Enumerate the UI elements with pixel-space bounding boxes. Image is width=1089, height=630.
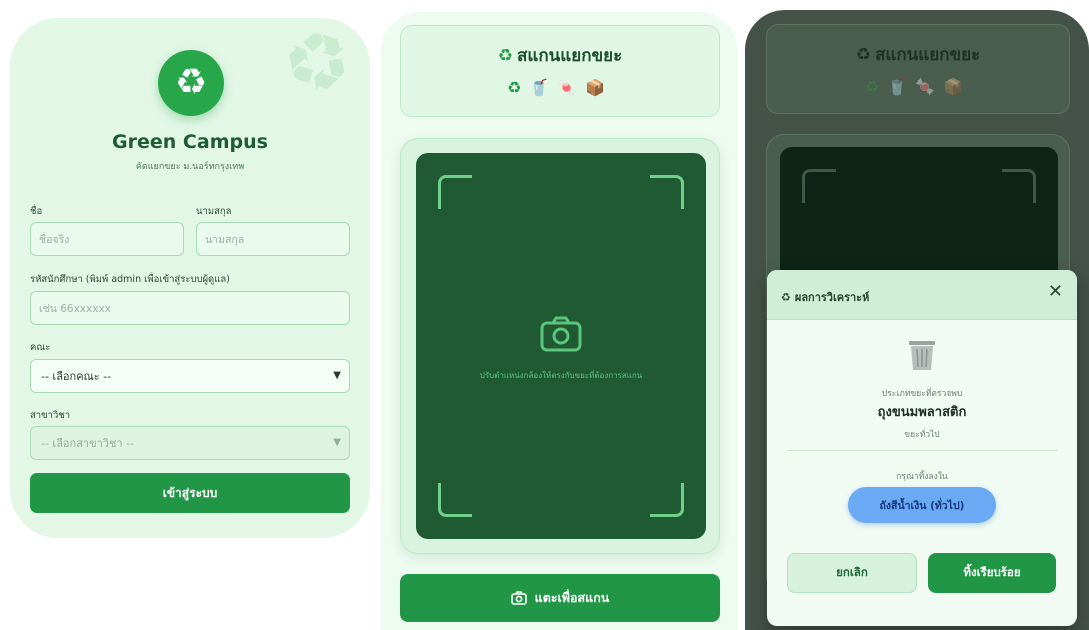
recycle-icon: ♻	[506, 78, 530, 97]
recycle-icon: ♻	[864, 77, 888, 96]
recycle-icon: ♻	[781, 291, 791, 304]
last-name-label: นามสกุล	[196, 206, 232, 217]
login-button[interactable]: เข้าสู่ระบบ	[30, 473, 350, 513]
drink-cup-icon: 🥤	[529, 78, 558, 97]
faculty-label: คณะ	[30, 342, 51, 353]
login-panel: ♻ ♻ Green Campus คัดแยกขยะ ม.นอร์ทกรุงเท…	[10, 18, 370, 538]
scanner-header: ♻ สแกนแยกขยะ ♻🥤🍬📦	[400, 25, 720, 117]
major-select[interactable]: -- เลือกสาขาวิชา -- ▼	[30, 426, 350, 460]
box-icon: 📦	[943, 77, 972, 96]
camera-icon	[540, 316, 582, 352]
recycle-icon: ♻	[497, 46, 514, 66]
frame-corner	[802, 169, 836, 203]
frame-corner	[438, 483, 472, 517]
scanner-title: สแกนแยกขยะ	[517, 46, 623, 66]
student-id-input[interactable]: เช่น 66xxxxxx	[30, 291, 350, 325]
first-name-label: ชื่อ	[30, 206, 43, 217]
major-label: สาขาวิชา	[30, 410, 71, 421]
result-panel: ♻ สแกนแยกขยะ ♻🥤🍬📦 ♻ ผลการวิเคราะห์ ✕ ประ…	[745, 10, 1089, 630]
faculty-select-value: -- เลือกคณะ --	[41, 370, 112, 383]
chevron-down-icon: ▼	[333, 437, 341, 448]
faculty-select[interactable]: -- เลือกคณะ -- ▼	[30, 359, 350, 393]
chevron-down-icon: ▼	[333, 370, 341, 381]
camera-card: ปรับตำแหน่งกล้องให้ตรงกับขยะที่ต้องการสแ…	[400, 138, 720, 554]
app-title: Green Campus	[112, 131, 268, 153]
first-name-input[interactable]: ชื่อจริง	[30, 222, 184, 256]
box-icon: 📦	[585, 78, 614, 97]
recycle-logo-icon: ♻	[158, 50, 224, 116]
drink-cup-icon: 🥤	[887, 77, 916, 96]
recycle-icon: ♻	[855, 45, 872, 65]
candy-icon: 🍬	[557, 78, 586, 97]
cancel-button[interactable]: ยกเลิก	[787, 553, 917, 593]
trash-bin-icon	[909, 341, 935, 370]
frame-corner	[650, 175, 684, 209]
detected-item-name: ถุงขนมพลาสติก	[877, 405, 967, 420]
modal-title: ผลการวิเคราะห์	[794, 291, 870, 304]
divider	[787, 450, 1057, 451]
frame-corner	[650, 483, 684, 517]
candy-icon: 🍬	[915, 77, 944, 96]
waste-type-icons: ♻🥤🍬📦	[401, 78, 719, 97]
detected-type-label: ประเภทขยะที่ตรวจพบ	[881, 389, 963, 399]
app-subtitle: คัดแยกขยะ ม.นอร์ทกรุงเทพ	[135, 162, 245, 172]
scan-button-label: แตะเพื่อสแกน	[534, 590, 610, 605]
recycle-watermark-icon: ♻	[269, 18, 365, 117]
frame-corner	[438, 175, 472, 209]
student-id-label: รหัสนักศึกษา (พิมพ์ admin เพื่อเข้าสู่ระ…	[30, 274, 230, 285]
camera-viewfinder[interactable]: ปรับตำแหน่งกล้องให้ตรงกับขยะที่ต้องการสแ…	[416, 153, 706, 539]
frame-corner	[1002, 169, 1036, 203]
close-icon[interactable]: ✕	[1048, 283, 1063, 301]
scanner-title-row: ♻ สแกนแยกขยะ	[767, 41, 1069, 68]
last-name-input[interactable]: นามสกุล	[196, 222, 350, 256]
bin-badge: ถังสีน้ำเงิน (ทั่วไป)	[848, 487, 996, 523]
app-stage: ♻ ♻ Green Campus คัดแยกขยะ ม.นอร์ทกรุงเท…	[0, 0, 1089, 630]
scan-button[interactable]: แตะเพื่อสแกน	[400, 574, 720, 622]
dispose-instruction: กรุณาทิ้งลงใน	[896, 472, 948, 482]
major-select-value: -- เลือกสาขาวิชา --	[41, 437, 135, 450]
scanner-title-row: ♻ สแกนแยกขยะ	[401, 42, 719, 69]
camera-hint: ปรับตำแหน่งกล้องให้ตรงกับขยะที่ต้องการสแ…	[479, 371, 643, 380]
result-modal: ♻ ผลการวิเคราะห์ ✕ ประเภทขยะที่ตรวจพบ ถุง…	[767, 270, 1077, 626]
scanner-panel: ♻ สแกนแยกขยะ ♻🥤🍬📦 ปรับตำแหน่งกล้องให้ตรงก…	[381, 12, 738, 630]
scanner-title: สแกนแยกขยะ	[875, 45, 981, 65]
modal-title-row: ♻ ผลการวิเคราะห์	[781, 288, 869, 306]
camera-icon	[510, 591, 527, 605]
disposed-button[interactable]: ทิ้งเรียบร้อย	[928, 553, 1056, 593]
scanner-header-dimmed: ♻ สแกนแยกขยะ ♻🥤🍬📦	[766, 24, 1070, 114]
modal-header: ♻ ผลการวิเคราะห์ ✕	[767, 270, 1077, 320]
waste-type-icons: ♻🥤🍬📦	[767, 77, 1069, 96]
waste-category: ขยะทั่วไป	[904, 430, 940, 440]
